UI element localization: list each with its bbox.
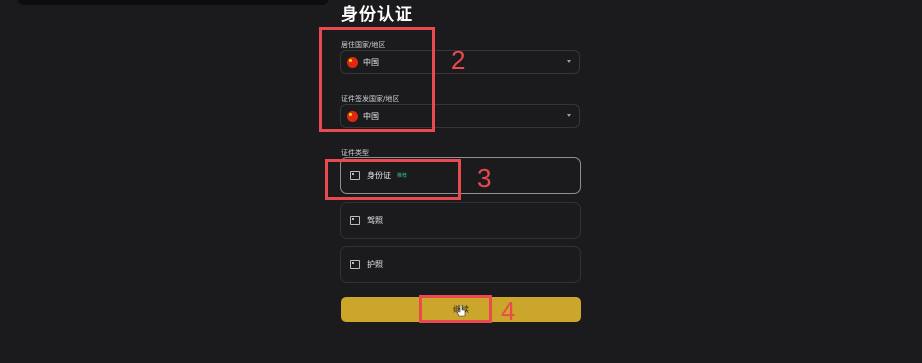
top-dark-panel — [18, 0, 328, 5]
option-driver-license[interactable]: 驾照 — [340, 202, 581, 239]
option-label: 驾照 — [367, 216, 383, 225]
hand-cursor-icon — [457, 305, 466, 317]
option-passport[interactable]: 护照 — [340, 246, 581, 283]
driver-license-icon — [350, 216, 360, 225]
page-title: 身份认证 — [341, 5, 413, 25]
option-label: 护照 — [367, 260, 383, 269]
chevron-down-icon — [567, 60, 571, 63]
annotation-number-3: 3 — [477, 163, 492, 193]
chevron-down-icon — [567, 114, 571, 117]
annotation-box-4 — [419, 295, 492, 323]
passport-icon — [350, 260, 360, 269]
annotation-number-2: 2 — [451, 45, 466, 75]
annotation-box-2 — [319, 27, 435, 132]
annotation-box-3 — [325, 159, 461, 200]
annotation-number-4: 4 — [501, 296, 516, 326]
